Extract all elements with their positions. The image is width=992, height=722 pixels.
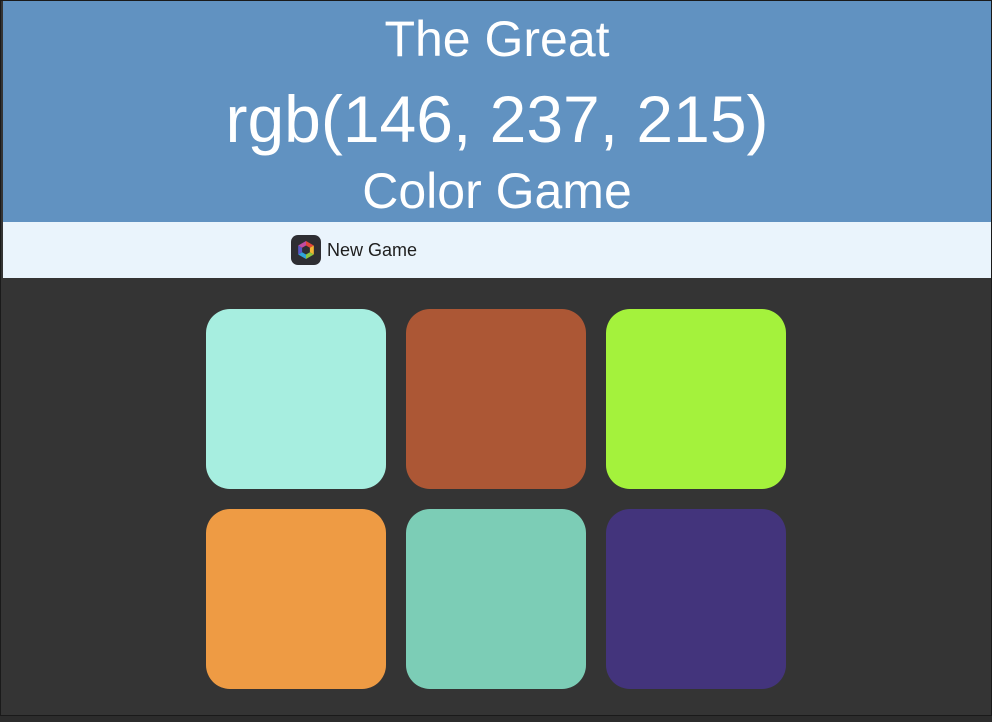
color-square-4[interactable] — [206, 509, 386, 689]
toolbar-stripe: New Game — [3, 222, 991, 278]
color-square-5[interactable] — [406, 509, 586, 689]
color-square-2[interactable] — [406, 309, 586, 489]
new-game-button[interactable]: New Game — [291, 235, 417, 265]
color-square-6[interactable] — [606, 509, 786, 689]
color-board — [1, 279, 991, 715]
title-line-color-game: Color Game — [362, 163, 632, 219]
hexagon-cube-icon — [291, 235, 321, 265]
header: The Great rgb(146, 237, 215) Color Game — [3, 1, 991, 222]
title-line-the-great: The Great — [384, 11, 610, 67]
color-square-1[interactable] — [206, 309, 386, 489]
new-game-label: New Game — [327, 239, 418, 260]
target-rgb-display: rgb(146, 237, 215) — [225, 82, 769, 156]
game-window: The Great rgb(146, 237, 215) Color Game … — [0, 0, 992, 716]
color-square-3[interactable] — [606, 309, 786, 489]
